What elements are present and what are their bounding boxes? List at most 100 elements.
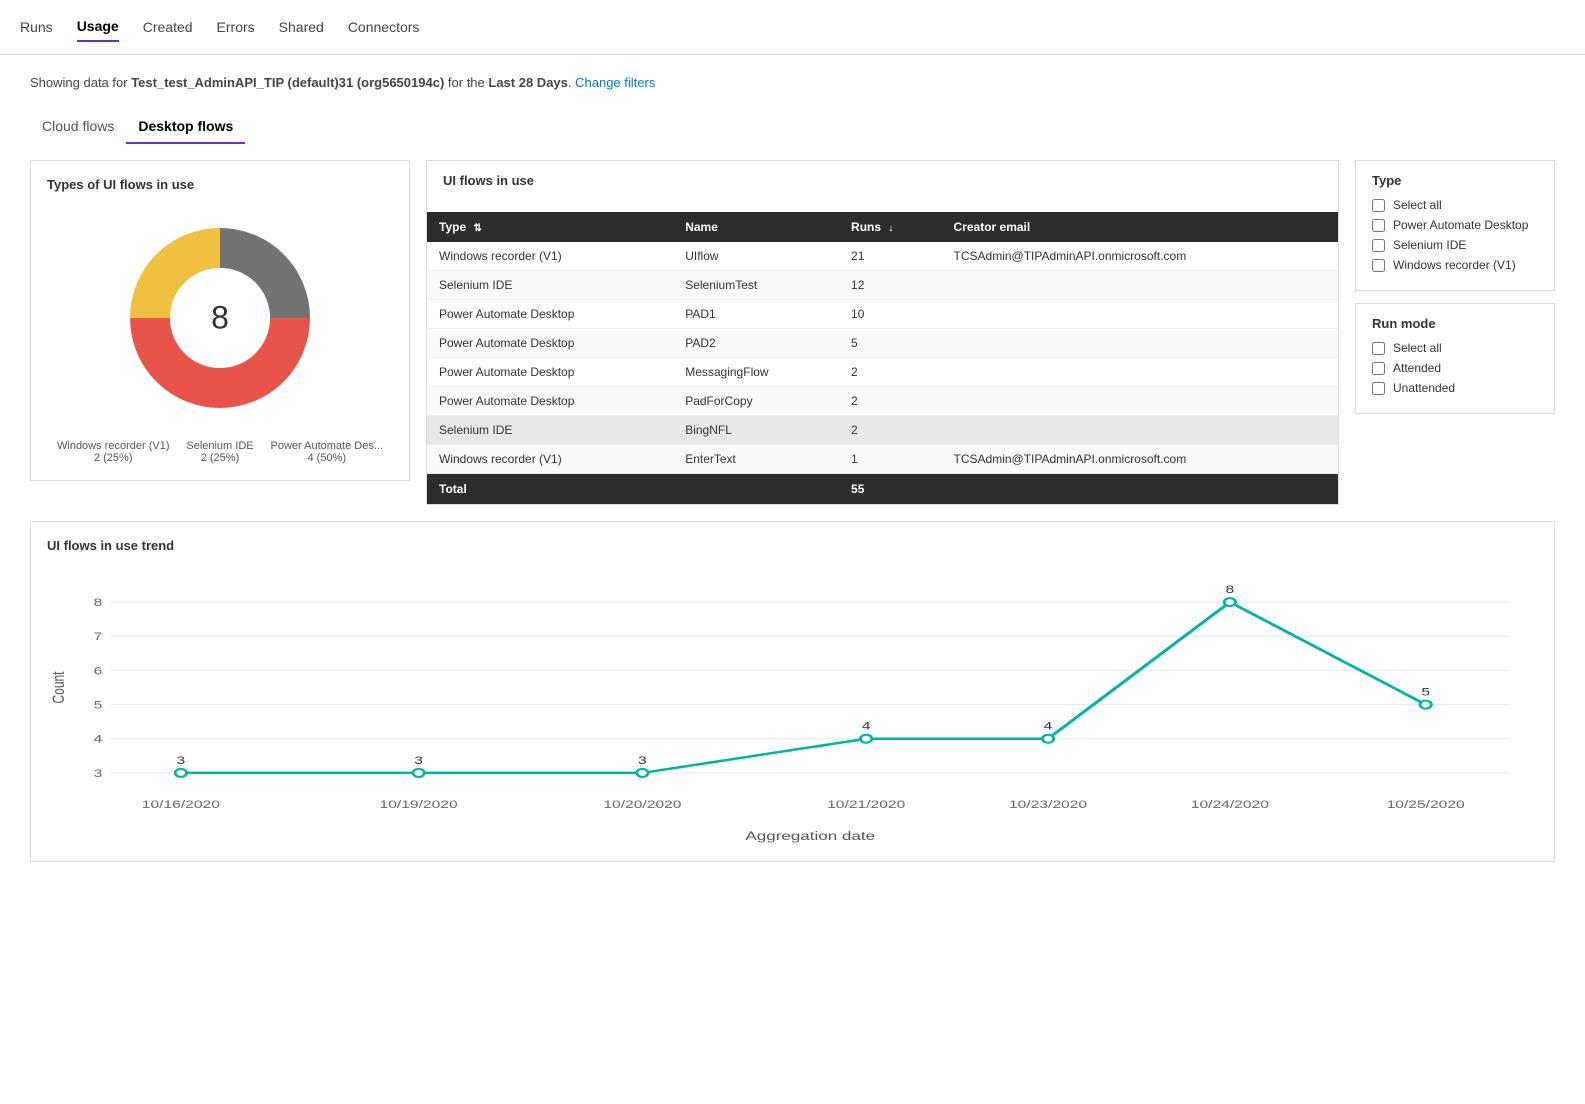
subtitle-period: Last 28 Days	[488, 75, 568, 90]
cell-type: Selenium IDE	[427, 271, 673, 300]
table-row: Power Automate DesktopMessagingFlow2	[427, 358, 1338, 387]
cell-email	[942, 300, 1338, 329]
cell-name: UIflow	[673, 242, 839, 271]
filter-option: Selenium IDE	[1372, 238, 1538, 252]
type-filter-label: Selenium IDE	[1393, 238, 1466, 252]
type-filter-checkbox[interactable]	[1372, 199, 1385, 212]
run-mode-filter-checkbox[interactable]	[1372, 362, 1385, 375]
cell-name: PAD1	[673, 300, 839, 329]
x-axis-label: 10/20/2020	[603, 798, 681, 810]
table-row: Windows recorder (V1)UIflow21TCSAdmin@TI…	[427, 242, 1338, 271]
type-filter-checkbox[interactable]	[1372, 239, 1385, 252]
cell-name: BingNFL	[673, 416, 839, 445]
trend-svg: 345678CountAggregation date310/16/202031…	[47, 565, 1538, 845]
table-row: Power Automate DesktopPadForCopy2	[427, 387, 1338, 416]
x-axis-label: 10/23/2020	[1009, 798, 1087, 810]
col-name: Name	[673, 212, 839, 242]
y-axis-label: 8	[94, 596, 103, 608]
type-filter-panel: Type Select allPower Automate DesktopSel…	[1355, 160, 1555, 291]
footer-empty-email	[942, 474, 1338, 505]
data-label: 8	[1226, 583, 1235, 595]
col-runs[interactable]: Runs ↓	[839, 212, 941, 242]
x-axis-label: 10/16/2020	[142, 798, 220, 810]
subtitle-mid: for the	[448, 75, 485, 90]
run-mode-filter-label: Select all	[1393, 341, 1442, 355]
cell-email	[942, 271, 1338, 300]
data-point	[175, 769, 186, 777]
table-header: Type ⇅ Name Runs ↓ Creator email	[427, 212, 1338, 242]
table-footer: Total 55	[427, 474, 1338, 505]
subtitle-prefix: Showing data for	[30, 75, 128, 90]
data-point	[1224, 598, 1235, 606]
run-mode-filter-checkbox[interactable]	[1372, 382, 1385, 395]
type-filter-title: Type	[1372, 173, 1538, 188]
cell-email	[942, 358, 1338, 387]
cell-runs: 2	[839, 358, 941, 387]
data-point	[861, 735, 872, 743]
legend-power: Power Automate Des... 4 (50%)	[271, 440, 384, 464]
type-filter-checkbox[interactable]	[1372, 259, 1385, 272]
table-row: Selenium IDESeleniumTest12	[427, 271, 1338, 300]
table-row: Windows recorder (V1)EnterText1TCSAdmin@…	[427, 445, 1338, 474]
nav-item-shared[interactable]: Shared	[279, 13, 324, 41]
flow-tab-bar: Cloud flowsDesktop flows	[30, 110, 1555, 144]
main-content: Showing data for Test_test_AdminAPI_TIP …	[0, 55, 1585, 882]
sort-icon-runs: ↓	[888, 223, 893, 234]
change-filters-link[interactable]: Change filters	[575, 75, 655, 90]
run-mode-filter-label: Unattended	[1393, 381, 1455, 395]
cell-type: Power Automate Desktop	[427, 358, 673, 387]
trend-panel: UI flows in use trend 345678CountAggrega…	[30, 521, 1555, 862]
type-filter-label: Power Automate Desktop	[1393, 218, 1528, 232]
filter-option: Windows recorder (V1)	[1372, 258, 1538, 272]
y-axis-label: 5	[94, 699, 103, 711]
type-filter-label: Windows recorder (V1)	[1393, 258, 1516, 272]
flow-tab-cloud-flows[interactable]: Cloud flows	[30, 110, 126, 144]
data-point	[637, 769, 648, 777]
x-axis-label: 10/25/2020	[1387, 798, 1465, 810]
run-mode-filter-checkbox[interactable]	[1372, 342, 1385, 355]
data-point	[1420, 701, 1431, 709]
type-filter-checkbox[interactable]	[1372, 219, 1385, 232]
cell-name: MessagingFlow	[673, 358, 839, 387]
cell-runs: 1	[839, 445, 941, 474]
nav-item-usage[interactable]: Usage	[77, 12, 119, 42]
table-panel: UI flows in use Type ⇅ Name Runs ↓ Creat…	[426, 160, 1339, 505]
nav-item-connectors[interactable]: Connectors	[348, 13, 420, 41]
run-mode-filter-panel: Run mode Select allAttendedUnattended	[1355, 303, 1555, 414]
donut-panel: Types of UI flows in use 8 Windows	[30, 160, 410, 481]
table-row: Selenium IDEBingNFL2	[427, 416, 1338, 445]
table-body: Windows recorder (V1)UIflow21TCSAdmin@TI…	[427, 242, 1338, 474]
cell-runs: 21	[839, 242, 941, 271]
trend-chart-area: 345678CountAggregation date310/16/202031…	[47, 565, 1538, 845]
data-label: 3	[176, 754, 185, 766]
donut-legends: Windows recorder (V1) 2 (25%) Selenium I…	[47, 440, 393, 464]
nav-item-errors[interactable]: Errors	[217, 13, 255, 41]
nav-item-runs[interactable]: Runs	[20, 13, 53, 41]
cell-email	[942, 416, 1338, 445]
trend-line	[181, 602, 1426, 773]
cell-type: Windows recorder (V1)	[427, 445, 673, 474]
subtitle-bar: Showing data for Test_test_AdminAPI_TIP …	[30, 75, 1555, 90]
cell-type: Windows recorder (V1)	[427, 242, 673, 271]
filter-option: Select all	[1372, 341, 1538, 355]
type-filter-options: Select all Power Automate Desktop Selenium…	[1372, 198, 1538, 272]
cell-type: Selenium IDE	[427, 416, 673, 445]
cell-name: EnterText	[673, 445, 839, 474]
data-label: 4	[1044, 720, 1053, 732]
legend-windows: Windows recorder (V1) 2 (25%)	[57, 440, 169, 464]
type-filter-label: Select all	[1393, 198, 1442, 212]
cell-runs: 2	[839, 416, 941, 445]
x-axis-label: 10/19/2020	[380, 798, 458, 810]
filter-option: Power Automate Desktop	[1372, 218, 1538, 232]
footer-empty-name	[673, 474, 839, 505]
x-axis-title: Aggregation date	[745, 830, 875, 843]
nav-item-created[interactable]: Created	[143, 13, 193, 41]
col-type[interactable]: Type ⇅	[427, 212, 673, 242]
flow-tab-desktop-flows[interactable]: Desktop flows	[126, 110, 245, 144]
table-title: UI flows in use	[427, 161, 1338, 196]
footer-total: 55	[839, 474, 941, 505]
footer-label: Total	[427, 474, 673, 505]
donut-chart: 8	[110, 208, 330, 428]
donut-center-value: 8	[211, 300, 229, 337]
cell-type: Power Automate Desktop	[427, 329, 673, 358]
